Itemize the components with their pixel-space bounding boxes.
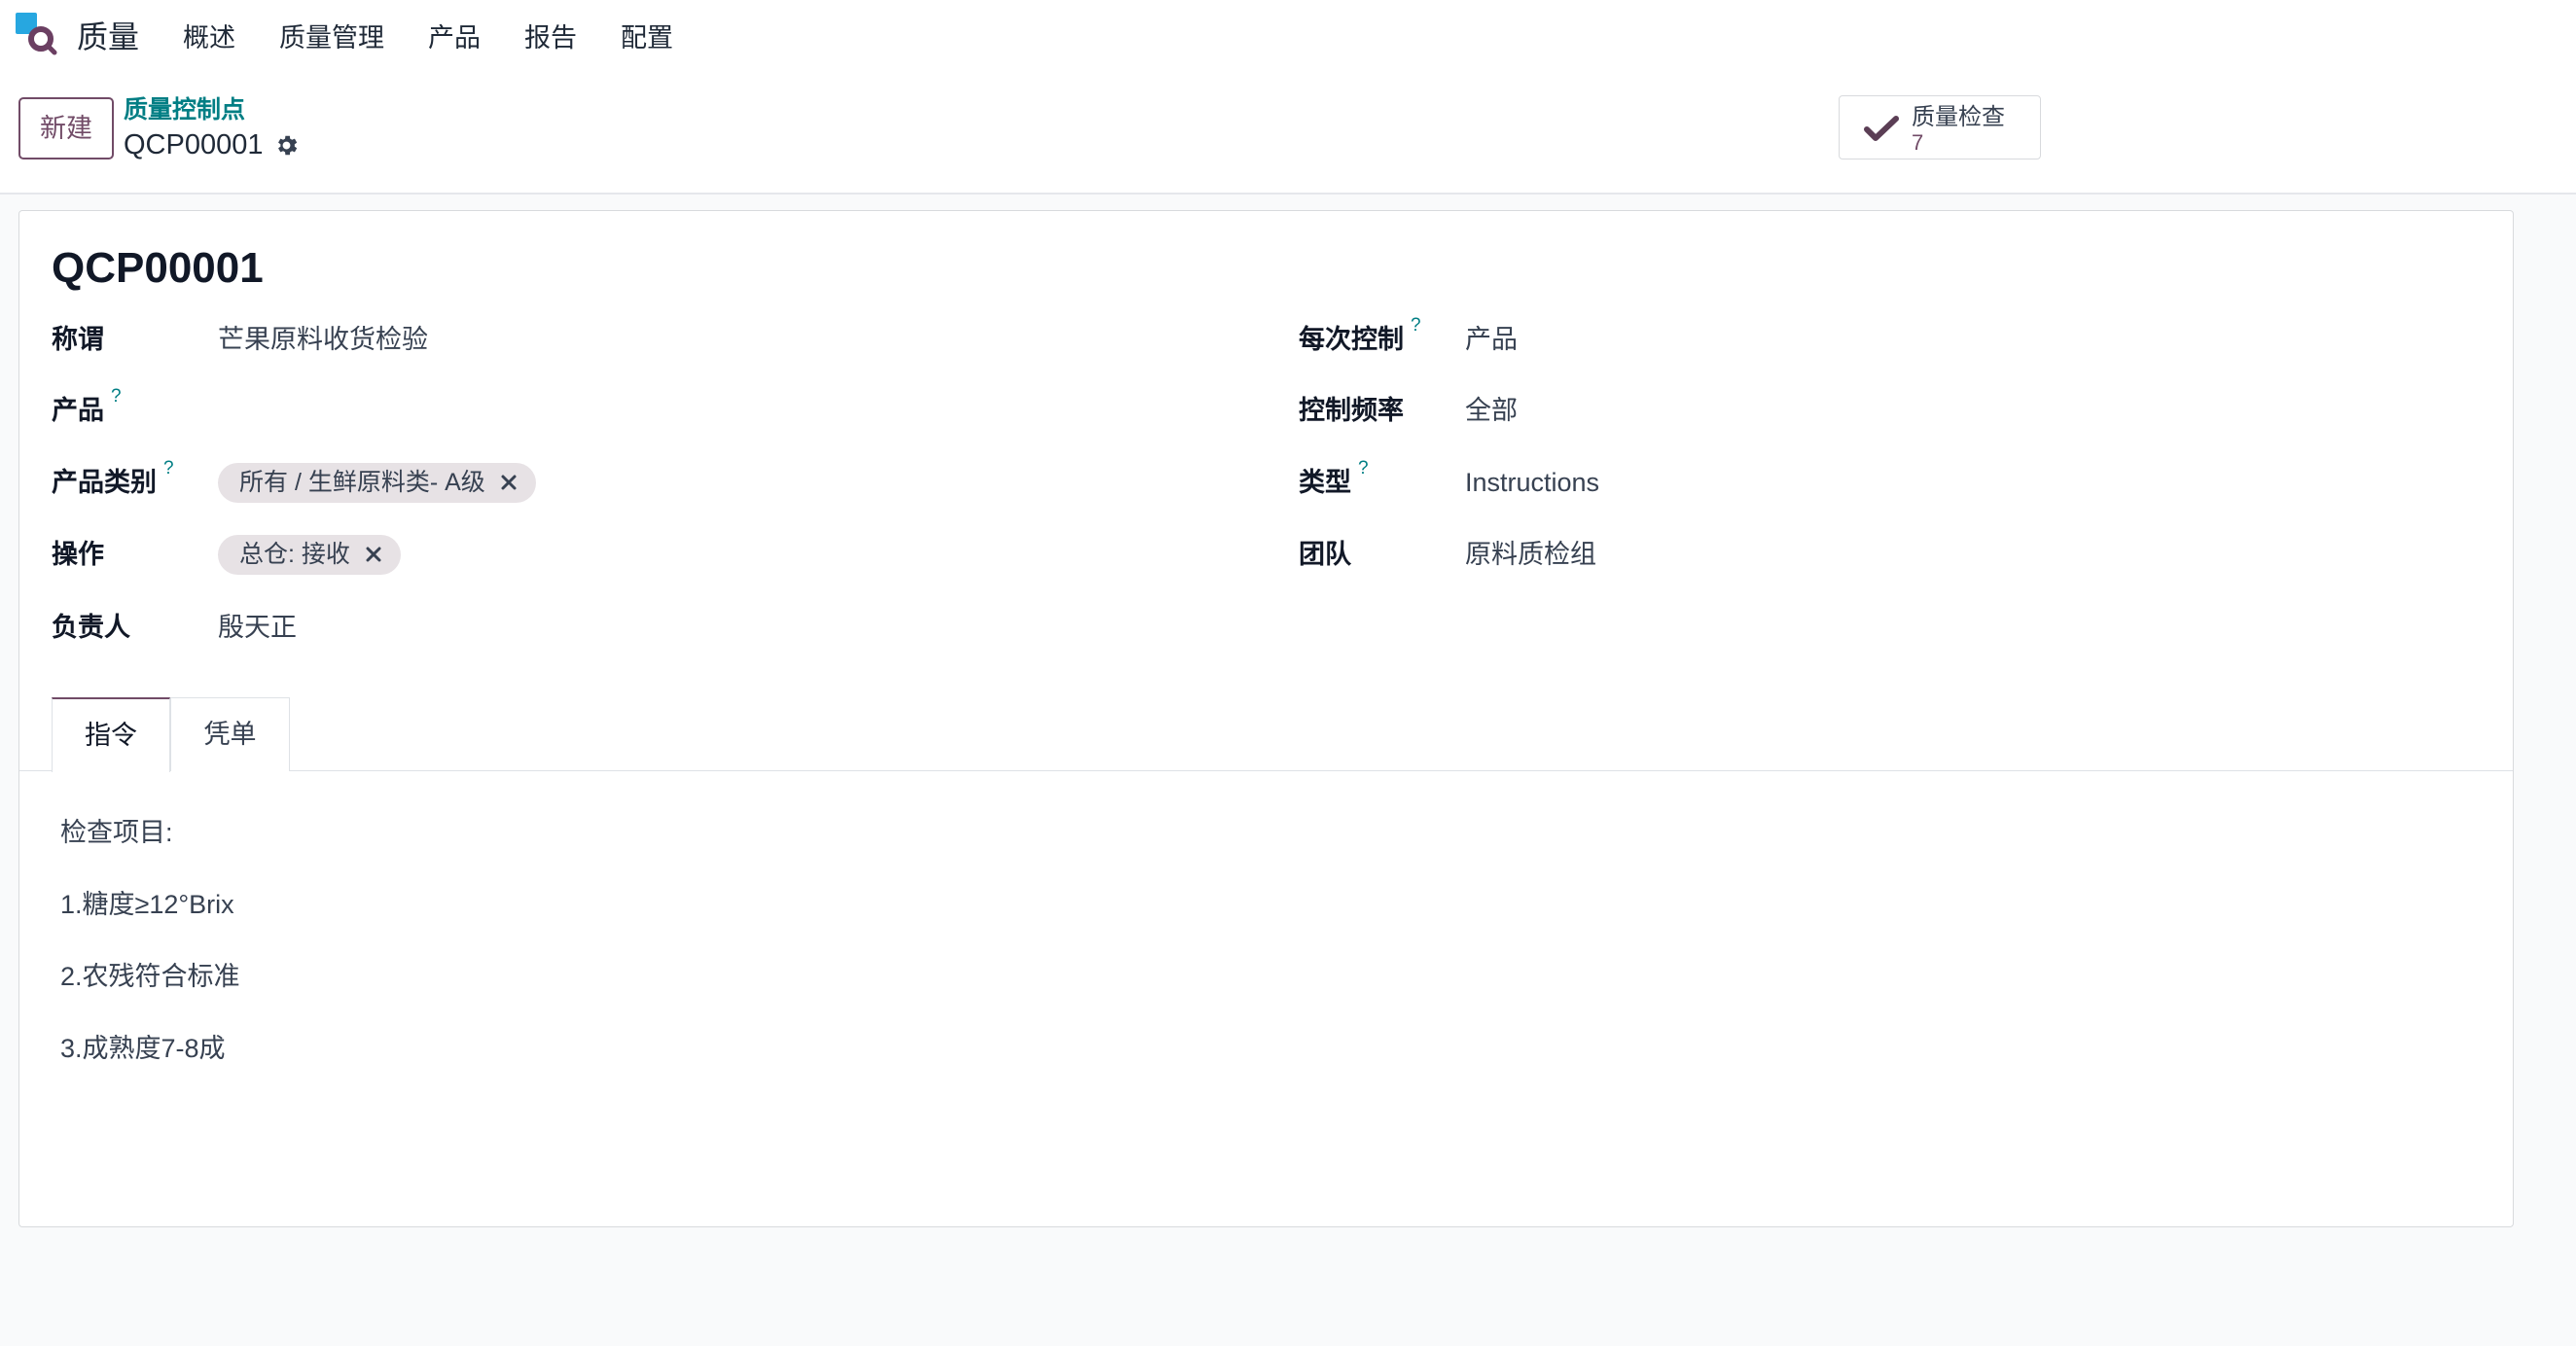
type-value[interactable]: Instructions: [1465, 461, 1599, 504]
instructions-editor[interactable]: 检查项目: 1.糖度≥12°Brix 2.农残符合标准 3.成熟度7-8成: [60, 811, 2395, 1099]
check-icon: [1863, 114, 1900, 143]
field-product: 产品?: [52, 387, 257, 432]
tab-voucher[interactable]: 凭单: [170, 697, 290, 771]
top-navbar: 质量 概述 质量管理 产品 报告 配置: [0, 0, 2576, 72]
help-tooltip-icon[interactable]: ?: [1358, 459, 1369, 478]
field-label-text: 产品: [52, 396, 104, 425]
field-label-text: 类型: [1299, 468, 1351, 497]
field-type: 类型? Instructions: [1299, 459, 1599, 504]
instruction-line: 2.农残符合标准: [60, 962, 240, 991]
instruction-line: 检查项目:: [60, 818, 173, 847]
field-control-frequency: 控制频率 全部: [1299, 389, 1518, 432]
field-label-text: 产品类别: [52, 468, 157, 497]
field-label-text: 控制频率: [1299, 396, 1404, 425]
field-label: 产品类别?: [52, 459, 218, 504]
smart-button-label: 质量检查: [1912, 104, 2005, 130]
quality-checks-smart-button[interactable]: 质量检查 7: [1839, 95, 2041, 159]
field-label-text: 负责人: [52, 613, 130, 642]
tag-text: 所有 / 生鲜原料类- A级: [239, 469, 485, 496]
field-responsible: 负责人 殷天正: [52, 606, 297, 649]
tab-instructions[interactable]: 指令: [52, 697, 170, 772]
operation-value[interactable]: 总仓: 接收: [218, 533, 401, 576]
tag-text: 总仓: 接收: [239, 541, 350, 568]
breadcrumb-current: QCP00001: [124, 129, 264, 160]
product-category-tag: 所有 / 生鲜原料类- A级: [218, 462, 536, 503]
instruction-line: 1.糖度≥12°Brix: [60, 890, 234, 919]
field-product-category: 产品类别? 所有 / 生鲜原料类- A级: [52, 459, 536, 504]
product-value[interactable]: [218, 389, 257, 432]
team-value[interactable]: 原料质检组: [1465, 533, 1596, 576]
help-tooltip-icon[interactable]: ?: [111, 387, 122, 407]
record-title[interactable]: QCP00001: [52, 243, 264, 294]
breadcrumb-parent-link[interactable]: 质量控制点: [124, 93, 245, 126]
field-label: 类型?: [1299, 459, 1465, 504]
quality-app-icon[interactable]: [15, 12, 59, 56]
field-control-per: 每次控制? 产品: [1299, 316, 1518, 361]
product-category-value[interactable]: 所有 / 生鲜原料类- A级: [218, 461, 536, 504]
menu-item-configuration[interactable]: 配置: [621, 17, 673, 54]
smart-button-text: 质量检查 7: [1912, 104, 2005, 155]
menu-item-products[interactable]: 产品: [428, 17, 481, 54]
instruction-line: 3.成熟度7-8成: [60, 1034, 226, 1063]
close-icon[interactable]: [499, 473, 519, 492]
field-label-text: 操作: [52, 540, 104, 569]
field-label: 负责人: [52, 606, 218, 649]
field-label: 称谓: [52, 318, 218, 361]
close-icon[interactable]: [364, 545, 383, 564]
help-tooltip-icon[interactable]: ?: [163, 459, 174, 478]
field-label-text: 称谓: [52, 325, 104, 354]
field-label: 团队: [1299, 533, 1465, 576]
title-value[interactable]: 芒果原料收货检验: [218, 318, 428, 361]
field-operation: 操作 总仓: 接收: [52, 533, 401, 576]
form-sheet: QCP00001 称谓 芒果原料收货检验 产品? 产品类别? 所有 / 生鲜原料…: [18, 210, 2514, 1227]
operation-tag: 总仓: 接收: [218, 534, 401, 575]
menu-item-overview[interactable]: 概述: [183, 17, 235, 54]
smart-button-count: 7: [1912, 130, 1924, 155]
tab-divider: [19, 770, 2513, 771]
control-panel: 新建 质量控制点 QCP00001 质量检查 7: [0, 72, 2576, 195]
field-title: 称谓 芒果原料收货检验: [52, 318, 428, 361]
menu-item-reporting[interactable]: 报告: [524, 17, 577, 54]
menu-item-quality-control[interactable]: 质量管理: [279, 17, 384, 54]
responsible-value[interactable]: 殷天正: [218, 606, 297, 649]
field-label: 产品?: [52, 387, 218, 432]
new-button[interactable]: 新建: [18, 97, 114, 159]
main-menu: 质量 概述 质量管理 产品 报告 配置: [77, 0, 673, 70]
field-label-text: 团队: [1299, 540, 1351, 569]
field-label: 操作: [52, 533, 218, 576]
gear-icon[interactable]: [273, 132, 300, 159]
control-frequency-value[interactable]: 全部: [1465, 389, 1518, 432]
field-label: 控制频率: [1299, 389, 1465, 432]
field-label-text: 每次控制: [1299, 325, 1404, 354]
app-name[interactable]: 质量: [77, 13, 139, 57]
control-per-value[interactable]: 产品: [1465, 318, 1518, 361]
field-label: 每次控制?: [1299, 316, 1465, 361]
help-tooltip-icon[interactable]: ?: [1411, 316, 1421, 336]
field-team: 团队 原料质检组: [1299, 533, 1596, 576]
